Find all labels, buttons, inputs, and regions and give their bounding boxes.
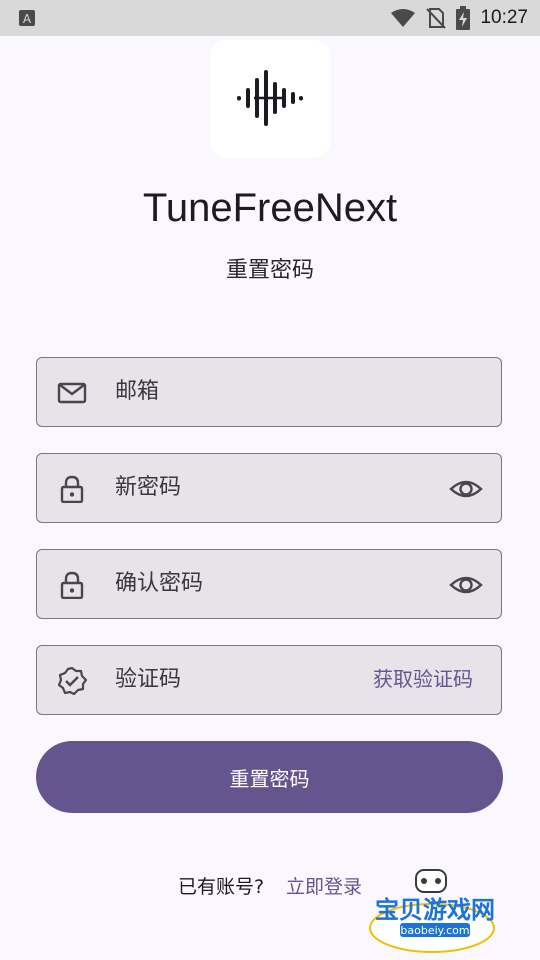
confirm-password-field[interactable] (36, 549, 502, 619)
have-account-text: 已有账号? (177, 876, 265, 898)
email-input[interactable] (115, 358, 415, 425)
page-subtitle: 重置密码 (225, 258, 314, 283)
battery-charging-icon (456, 6, 471, 30)
get-code-button[interactable]: 获取验证码 (373, 646, 473, 713)
lock-icon (60, 571, 84, 599)
watermark-title: 宝贝游戏网 (375, 896, 495, 924)
app-title: TuneFreeNext (142, 186, 398, 230)
watermark-logo: 宝贝游戏网 baobeiy.com (369, 869, 495, 953)
watermark-url: baobeiy.com (400, 924, 469, 937)
lock-icon (60, 475, 84, 503)
confirm-password-input[interactable] (115, 550, 415, 617)
reset-password-button[interactable]: 重置密码 (36, 741, 503, 813)
new-password-field[interactable] (36, 453, 502, 523)
eye-icon[interactable] (449, 571, 483, 599)
notification-a-icon: A (19, 10, 35, 26)
waveform-logo-icon (237, 70, 303, 126)
mail-icon (57, 382, 87, 404)
no-sim-icon (426, 8, 447, 29)
status-bar: A 10:27 (0, 0, 540, 36)
eye-icon[interactable] (449, 475, 483, 503)
app-logo (210, 40, 330, 158)
status-time: 10:27 (480, 7, 528, 28)
status-icons: 10:27 (390, 0, 528, 36)
verification-code-field[interactable]: 获取验证码 (36, 645, 502, 715)
verification-code-input[interactable] (115, 646, 335, 713)
svg-text:A: A (23, 12, 32, 26)
email-field[interactable] (36, 357, 502, 427)
verified-badge-icon (57, 667, 87, 695)
new-password-input[interactable] (115, 454, 415, 521)
wifi-icon (391, 9, 416, 27)
login-link[interactable]: 立即登录 (286, 876, 362, 898)
